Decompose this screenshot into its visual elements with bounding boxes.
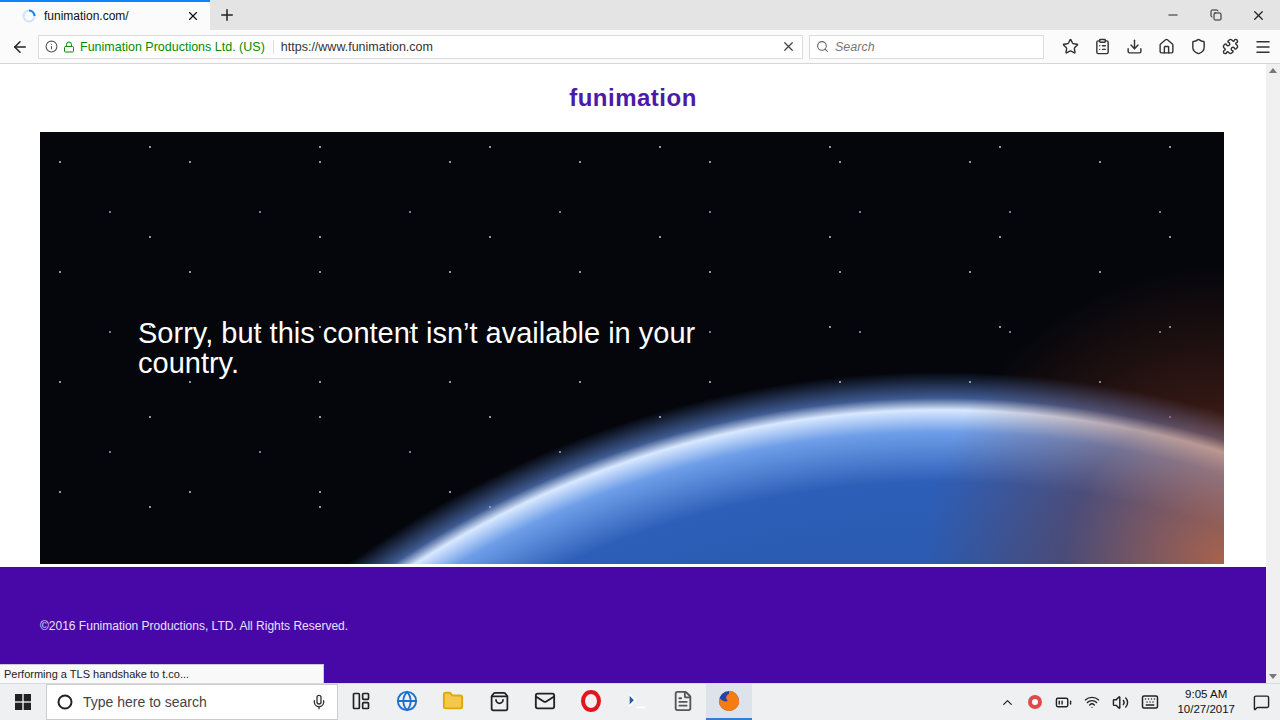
status-panel: Performing a TLS handshake to t.co... (0, 664, 324, 683)
tab-bar: funimation.com/ (0, 0, 1280, 30)
plus-icon (218, 6, 236, 24)
minimize-button[interactable] (1151, 0, 1194, 30)
clock-time: 9:05 AM (1185, 687, 1227, 702)
notifications-icon[interactable] (1253, 694, 1270, 711)
minimize-icon (1166, 8, 1180, 22)
taskbar-app[interactable] (522, 684, 568, 720)
taskbar-app[interactable] (706, 684, 752, 720)
page-viewport: funimation Sorry, but this content isn’t … (0, 64, 1280, 683)
new-tab-button[interactable] (210, 0, 244, 30)
opera-icon (580, 690, 602, 712)
tab[interactable]: funimation.com/ (0, 0, 210, 30)
volume-icon[interactable] (1112, 694, 1129, 711)
taskbar-app[interactable] (568, 684, 614, 720)
taskbar: Type here to search 9:05 AM10/27/2017 (0, 683, 1280, 720)
taskbar-app[interactable] (614, 684, 660, 720)
search-placeholder: Search (835, 40, 875, 54)
unavailable-message: Sorry, but this content isn’t available … (138, 318, 698, 378)
explorer-icon (442, 690, 464, 712)
web-page: funimation Sorry, but this content isn’t … (0, 64, 1266, 683)
menu-icon[interactable] (1254, 38, 1272, 56)
clock[interactable]: 9:05 AM10/27/2017 (1171, 687, 1241, 717)
browser-window: funimation.com/Funimation Productions Lt… (0, 0, 1280, 720)
system-tray: 9:05 AM10/27/2017 (990, 684, 1280, 720)
wifi-icon[interactable] (1084, 694, 1100, 710)
tab-label: funimation.com/ (44, 9, 178, 23)
taskbar-app[interactable] (430, 684, 476, 720)
scrollbar[interactable] (1266, 64, 1280, 683)
info-icon[interactable] (45, 40, 58, 53)
search-field[interactable]: Search (809, 35, 1044, 59)
microphone-icon[interactable] (311, 694, 327, 710)
restore-button[interactable] (1194, 0, 1237, 30)
powershell-icon (626, 690, 648, 712)
download-icon[interactable] (1126, 38, 1143, 55)
search-icon (816, 40, 829, 53)
page-header: funimation (0, 64, 1266, 132)
extension-icon[interactable] (1222, 38, 1239, 55)
taskbar-app[interactable] (660, 684, 706, 720)
geo-block-banner: Sorry, but this content isn’t available … (40, 132, 1224, 564)
site-identity: Funimation Productions Ltd. (US) (80, 40, 274, 54)
url-text: https://www.funimation.com (279, 40, 776, 54)
stop-icon[interactable] (781, 39, 796, 54)
scroll-up-icon[interactable] (1269, 68, 1277, 73)
windows-icon (15, 694, 31, 710)
app-tray-icon[interactable] (1027, 694, 1043, 710)
back-arrow-icon (11, 38, 29, 56)
navigation-bar: Funimation Productions Ltd. (US) https://… (0, 30, 1280, 64)
files-icon (672, 690, 694, 712)
back-button[interactable] (8, 35, 32, 59)
edge-icon (396, 690, 418, 712)
taskbar-search[interactable]: Type here to search (46, 684, 338, 720)
keyboard-icon[interactable] (1141, 693, 1159, 711)
taskbar-search-placeholder: Type here to search (83, 694, 301, 710)
firefox-icon (717, 689, 741, 713)
mail-icon (534, 690, 556, 712)
taskbar-app[interactable] (476, 684, 522, 720)
battery-icon[interactable] (1055, 694, 1072, 711)
store-icon (489, 691, 510, 712)
reading-list-icon[interactable] (1094, 38, 1111, 55)
taskbar-app[interactable] (338, 684, 384, 720)
bookmark-star-icon[interactable] (1062, 38, 1079, 55)
url-field[interactable]: Funimation Productions Ltd. (US) https://… (38, 35, 803, 59)
show-hidden-icon[interactable] (1000, 695, 1015, 710)
taskbar-app[interactable] (384, 684, 430, 720)
start-button[interactable] (0, 684, 46, 720)
funimation-logo[interactable]: funimation (569, 84, 697, 112)
cortana-icon (57, 694, 73, 710)
lock-icon (63, 41, 75, 53)
loading-icon (22, 9, 36, 23)
close-tab-icon[interactable] (186, 9, 200, 23)
close-button[interactable] (1237, 0, 1280, 30)
close-icon (1251, 8, 1266, 23)
pocket-icon[interactable] (1190, 38, 1207, 55)
toolbar-icons (1050, 38, 1272, 56)
clock-date: 10/27/2017 (1177, 702, 1235, 717)
restore-icon (1210, 9, 1222, 21)
scroll-down-icon[interactable] (1269, 674, 1277, 679)
copyright-text: ©2016 Funimation Productions, LTD. All R… (40, 619, 348, 633)
home-icon[interactable] (1158, 38, 1175, 55)
task-view-icon (351, 691, 371, 711)
